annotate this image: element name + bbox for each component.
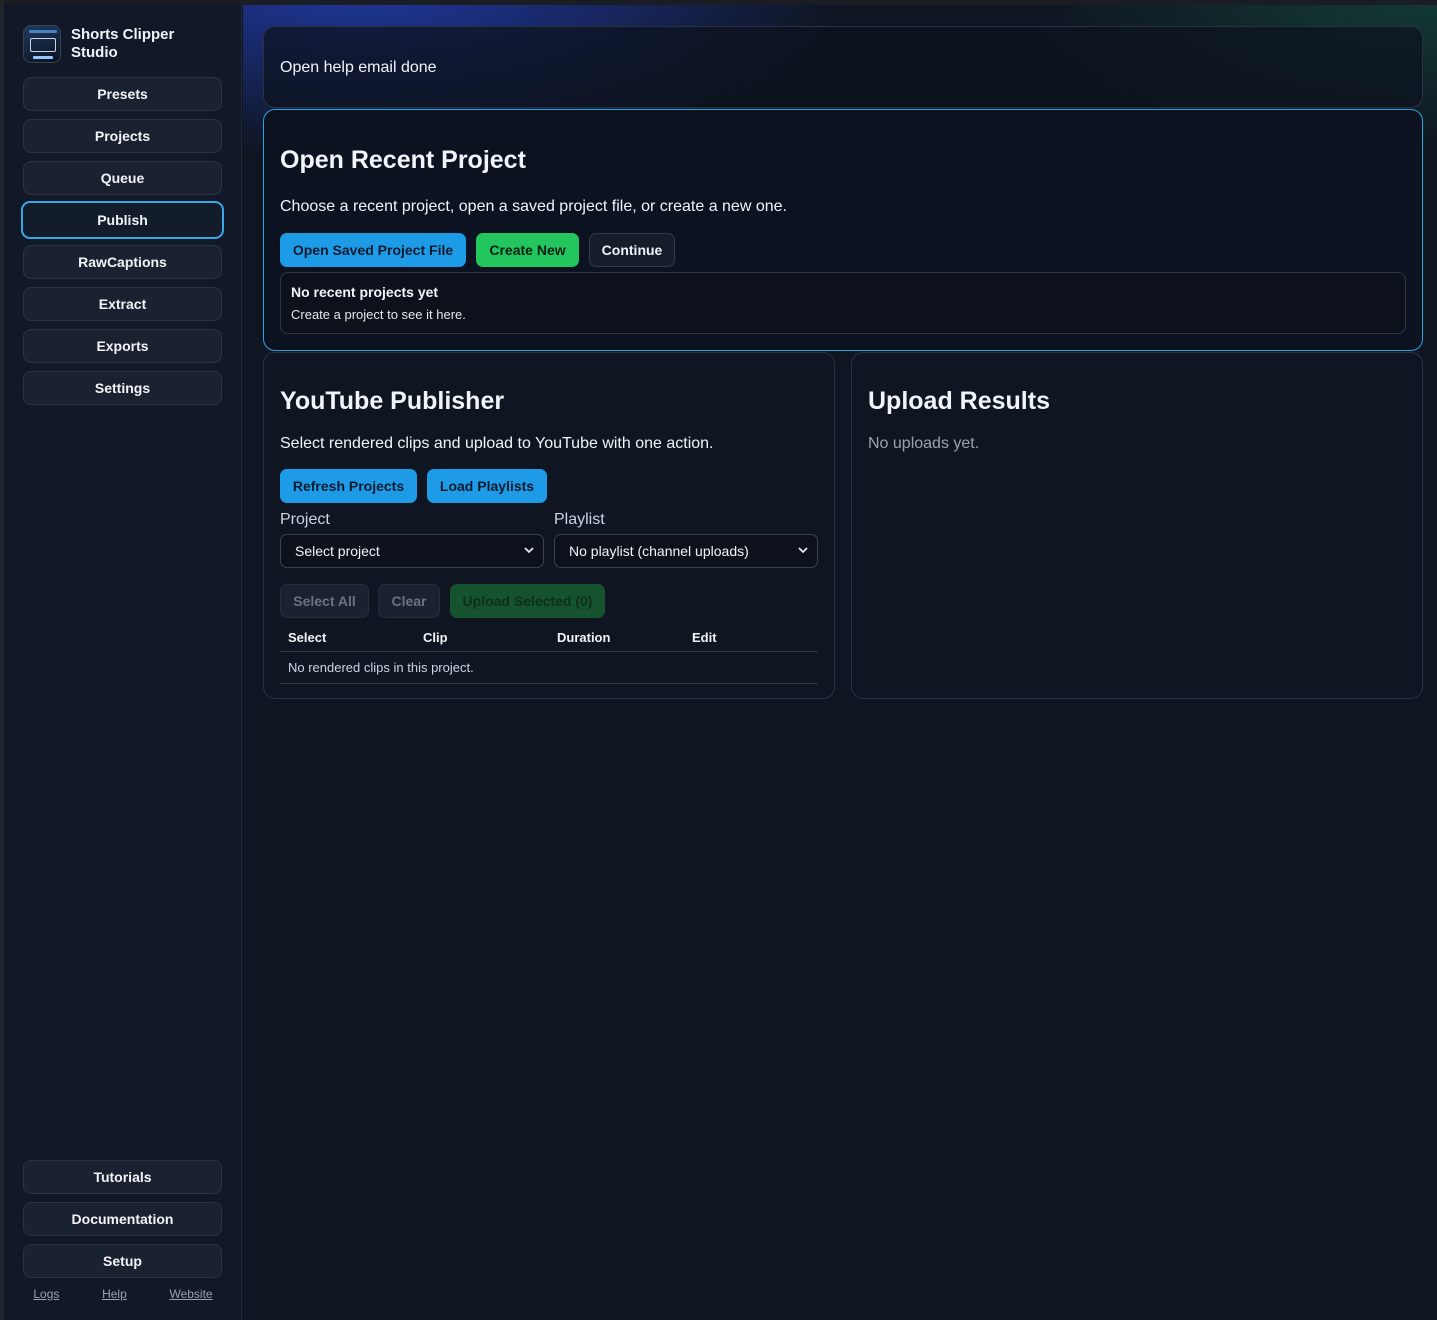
sidebar-item-publish[interactable]: Publish [21,201,224,239]
chevron-down-icon [524,547,534,554]
playlist-select-value: No playlist (channel uploads) [569,543,749,559]
table-row: No rendered clips in this project. [280,652,818,684]
app-logo-icon [23,25,61,63]
playlist-select[interactable]: No playlist (channel uploads) [554,534,818,568]
column-clip: Clip [423,630,448,645]
open-recent-project-card: Open Recent Project Choose a recent proj… [263,109,1423,351]
chevron-down-icon [798,547,808,554]
create-new-button[interactable]: Create New [476,233,579,267]
column-edit: Edit [692,630,717,645]
empty-title: No recent projects yet [291,284,439,300]
refresh-projects-button[interactable]: Refresh Projects [280,469,417,503]
continue-button[interactable]: Continue [589,233,675,267]
sidebar-item-projects[interactable]: Projects [23,119,222,153]
sidebar-item-extract[interactable]: Extract [23,287,222,321]
section-title: Upload Results [868,387,1050,415]
recent-projects-empty-state: No recent projects yet Create a project … [280,272,1406,334]
empty-subtitle: Create a project to see it here. [291,307,466,322]
playlist-label: Playlist [554,511,605,528]
section-description: Choose a recent project, open a saved pr… [280,198,787,215]
upload-results-card: Upload Results No uploads yet. [851,352,1423,699]
section-description: Select rendered clips and upload to YouT… [280,435,714,452]
column-duration: Duration [557,630,611,645]
status-card: Open help email done [263,26,1423,108]
open-saved-project-button[interactable]: Open Saved Project File [280,233,466,267]
column-select: Select [288,630,327,645]
section-title: Open Recent Project [280,146,526,174]
sidebar-item-tutorials[interactable]: Tutorials [23,1160,222,1194]
app-name: Shorts Clipper Studio [71,26,175,61]
select-all-button[interactable]: Select All [280,584,369,618]
sidebar-item-rawcaptions[interactable]: RawCaptions [23,245,222,279]
project-label: Project [280,511,330,528]
logs-link[interactable]: Logs [33,1287,59,1301]
clips-table-header: Select Clip Duration Edit [280,622,818,652]
project-select[interactable]: Select project [280,534,544,568]
clear-button[interactable]: Clear [378,584,440,618]
sidebar-item-settings[interactable]: Settings [23,371,222,405]
sidebar-item-presets[interactable]: Presets [23,77,222,111]
brand: Shorts Clipper Studio [23,25,201,63]
load-playlists-button[interactable]: Load Playlists [427,469,547,503]
sidebar-item-setup[interactable]: Setup [23,1244,222,1278]
sidebar-item-queue[interactable]: Queue [23,161,222,195]
section-title: YouTube Publisher [280,387,505,415]
upload-selected-button[interactable]: Upload Selected (0) [450,584,605,618]
youtube-publisher-card: YouTube Publisher Select rendered clips … [263,352,835,699]
status-message: Open help email done [280,59,437,76]
footer-links: Logs Help Website [4,1287,242,1301]
sidebar-item-documentation[interactable]: Documentation [23,1202,222,1236]
main-content: Open help email done Open Recent Project… [243,5,1437,1320]
website-link[interactable]: Website [169,1287,212,1301]
clips-empty-message: No rendered clips in this project. [288,660,474,675]
sidebar: Shorts Clipper Studio Presets Projects Q… [4,5,242,1320]
project-select-value: Select project [295,543,380,559]
sidebar-item-exports[interactable]: Exports [23,329,222,363]
help-link[interactable]: Help [102,1287,127,1301]
results-empty-message: No uploads yet. [868,435,980,452]
